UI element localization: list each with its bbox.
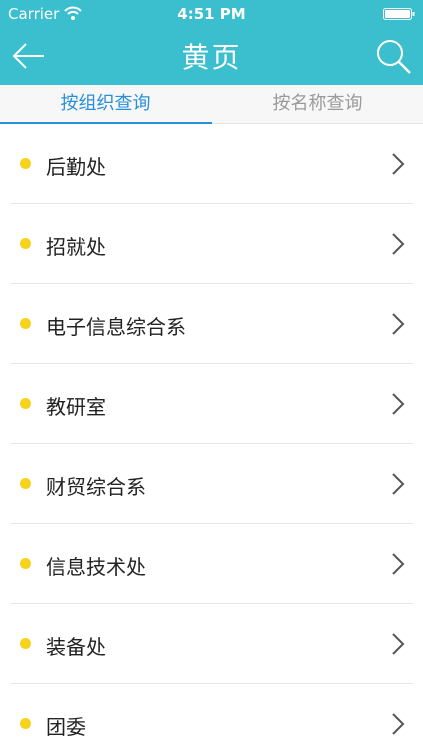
chevron-right-icon [392, 233, 405, 255]
list-item-label: 团委 [46, 715, 86, 739]
status-time: 4:51 PM [177, 5, 246, 23]
list-item[interactable]: 团委 [10, 684, 413, 750]
bullet-dot-icon [20, 318, 31, 329]
status-bar: Carrier 4:51 PM [0, 0, 423, 28]
list-item-label: 电子信息综合系 [46, 315, 186, 339]
battery-icon [383, 8, 415, 20]
page-title: 黄页 [181, 41, 242, 74]
list-item-label: 信息技术处 [46, 555, 146, 579]
bullet-dot-icon [20, 478, 31, 489]
list-item[interactable]: 后勤处 [10, 124, 413, 204]
bullet-dot-icon [20, 558, 31, 569]
list-item-label: 教研室 [46, 395, 106, 419]
bullet-dot-icon [20, 718, 31, 729]
department-list: 后勤处 招就处 电子信息综合系 教研室 财贸综合系 信息技术处 装备处 团委 [0, 124, 423, 750]
list-item-label: 装备处 [46, 635, 106, 659]
app-screen: Carrier 4:51 PM 黄页 按组织查询 按名称查询 后勤处 招就处 电… [0, 0, 423, 750]
tab-bar: 按组织查询 按名称查询 [0, 85, 423, 124]
list-item[interactable]: 信息技术处 [10, 524, 413, 604]
tab-by-organization[interactable]: 按组织查询 [0, 85, 211, 123]
tab-by-name[interactable]: 按名称查询 [212, 85, 423, 123]
list-item[interactable]: 财贸综合系 [10, 444, 413, 524]
list-item-label: 后勤处 [46, 155, 106, 179]
search-button[interactable] [373, 36, 413, 76]
search-icon [377, 40, 411, 74]
list-item-label: 招就处 [46, 235, 106, 259]
list-item[interactable]: 装备处 [10, 604, 413, 684]
chevron-right-icon [392, 473, 405, 495]
chevron-right-icon [392, 553, 405, 575]
chevron-right-icon [392, 393, 405, 415]
chevron-right-icon [392, 633, 405, 655]
chevron-right-icon [392, 153, 405, 175]
list-item[interactable]: 教研室 [10, 364, 413, 444]
header: Carrier 4:51 PM 黄页 [0, 0, 423, 85]
bullet-dot-icon [20, 398, 31, 409]
bullet-dot-icon [20, 638, 31, 649]
list-item[interactable]: 电子信息综合系 [10, 284, 413, 364]
nav-bar: 黄页 [0, 28, 423, 85]
chevron-right-icon [392, 713, 405, 735]
list-item-label: 财贸综合系 [46, 475, 146, 499]
bullet-dot-icon [20, 238, 31, 249]
chevron-right-icon [392, 313, 405, 335]
bullet-dot-icon [20, 158, 31, 169]
list-item[interactable]: 招就处 [10, 204, 413, 284]
